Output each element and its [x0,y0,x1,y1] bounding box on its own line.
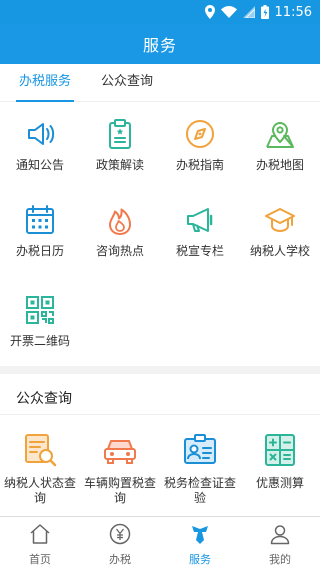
service-label: 税宣专栏 [175,244,224,258]
status-time: 11:56 [274,4,312,20]
wifi-icon [220,6,237,18]
compass-icon [186,120,214,148]
clipboard-icon [109,119,131,149]
megaphone-icon [187,208,213,232]
status-icons: 11:56 [204,3,312,21]
service-label: 纳税人学校 [249,244,310,258]
service-label: 政策解读 [95,158,144,172]
service-label: 开票二维码 [9,334,70,348]
nav-label: 首页 [29,553,51,566]
query-label: 车辆购置税查询 [83,476,156,505]
location-icon [204,5,215,19]
nav-mine[interactable]: 我的 [240,517,320,570]
nav-label: 我的 [269,553,291,566]
document-search-icon [25,434,57,467]
home-icon [30,524,50,544]
map-pin-icon [266,122,294,148]
section-title: 公众查询 [16,391,72,407]
graduation-cap-icon [265,208,295,233]
query-inspection-cert[interactable]: 税务检查证查验 [160,432,240,512]
section-divider-line [0,414,320,415]
query-taxpayer-status[interactable]: 纳税人状态查询 [0,432,80,512]
tab-public-query[interactable]: 公众查询 [97,64,157,102]
query-label: 优惠测算 [255,476,304,490]
flame-icon [109,208,131,235]
service-calendar[interactable]: 办税日历 [0,204,80,274]
section-divider [0,366,320,374]
id-card-icon [184,434,216,464]
nav-label: 服务 [189,553,211,566]
tab-bar: 办税服务 公众查询 [0,64,320,102]
service-label: 办税地图 [255,158,304,172]
service-hot-topics[interactable]: 咨询热点 [80,204,160,274]
app-bar: 服务 [0,24,320,64]
nav-service[interactable]: 服务 [160,517,240,570]
service-notice[interactable]: 通知公告 [0,118,80,188]
query-label: 纳税人状态查询 [3,476,76,505]
query-discount-calc[interactable]: 优惠测算 [240,432,320,512]
service-label: 办税日历 [15,244,64,258]
service-label: 咨询热点 [95,244,144,258]
nav-tax[interactable]: 办税 [80,517,160,570]
calculator-icon [265,434,295,466]
user-icon [270,525,290,545]
tab-tax-services[interactable]: 办税服务 [16,64,74,102]
battery-icon [260,5,269,19]
service-school[interactable]: 纳税人学校 [240,204,320,274]
signal-icon [242,6,255,18]
nav-home[interactable]: 首页 [0,517,80,570]
query-label: 税务检查证查验 [163,476,236,505]
car-icon [104,440,136,464]
service-policy[interactable]: 政策解读 [80,118,160,188]
tax-coin-icon [109,523,131,545]
service-invoice-qr[interactable]: 开票二维码 [0,294,80,364]
service-label: 办税指南 [175,158,224,172]
service-label: 通知公告 [15,158,64,172]
speaker-icon [28,123,55,145]
service-tie-icon [192,526,208,544]
nav-label: 办税 [109,553,131,566]
qr-code-icon [26,296,54,324]
service-tax-column[interactable]: 税宣专栏 [160,204,240,274]
service-map[interactable]: 办税地图 [240,118,320,188]
query-vehicle-tax[interactable]: 车辆购置税查询 [80,432,160,512]
calendar-icon [26,205,54,234]
status-bar: 11:56 [0,0,320,24]
service-guide[interactable]: 办税指南 [160,118,240,188]
bottom-nav: 首页 办税 服务 我的 [0,516,320,570]
page-title: 服务 [142,36,177,55]
